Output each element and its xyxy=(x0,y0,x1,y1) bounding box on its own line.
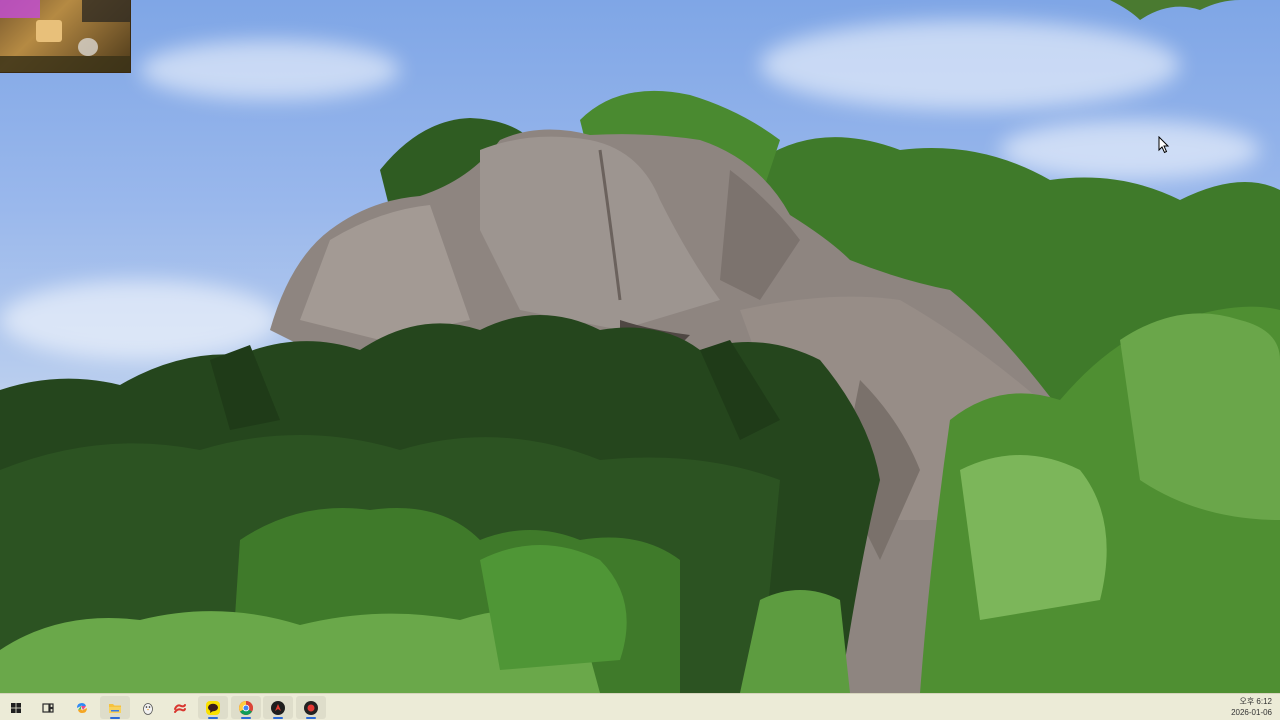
thumbnail-detail xyxy=(78,38,98,56)
game-window-thumbnail[interactable] xyxy=(0,0,131,73)
copilot-button[interactable] xyxy=(67,696,97,719)
thumbnail-detail xyxy=(0,56,130,72)
chrome-icon xyxy=(239,700,253,715)
record-app-button[interactable] xyxy=(296,696,326,719)
mouse-cursor-icon xyxy=(1158,136,1170,154)
taskbar: 오후 6:12 2026-01-06 xyxy=(0,693,1280,720)
windows-logo-icon xyxy=(11,702,21,713)
task-view-icon xyxy=(42,702,54,713)
folder-icon xyxy=(109,703,121,713)
copilot-icon xyxy=(77,702,87,713)
game-app-button[interactable] xyxy=(263,696,293,719)
red-app-button[interactable] xyxy=(165,696,195,719)
record-icon xyxy=(304,700,318,715)
thumbnail-detail xyxy=(0,0,40,18)
clock-date: 2026-01-06 xyxy=(1231,708,1272,717)
desktop[interactable] xyxy=(0,0,1280,693)
file-explorer-button[interactable] xyxy=(100,696,130,719)
game-icon xyxy=(271,700,285,715)
start-button[interactable] xyxy=(1,696,31,719)
clock-time: 오후 6:12 xyxy=(1239,697,1272,706)
swirl-icon xyxy=(174,703,186,713)
task-view-button[interactable] xyxy=(33,696,63,719)
penguin-app-button[interactable] xyxy=(133,696,163,719)
kakaotalk-button[interactable] xyxy=(198,696,228,719)
kakaotalk-icon xyxy=(206,700,220,715)
landscape-illustration xyxy=(0,0,1280,693)
thumbnail-detail xyxy=(82,0,130,22)
system-clock[interactable]: 오후 6:12 2026-01-06 xyxy=(1212,696,1272,718)
chrome-button[interactable] xyxy=(231,696,261,719)
penguin-icon xyxy=(143,702,153,715)
thumbnail-detail xyxy=(36,20,62,42)
